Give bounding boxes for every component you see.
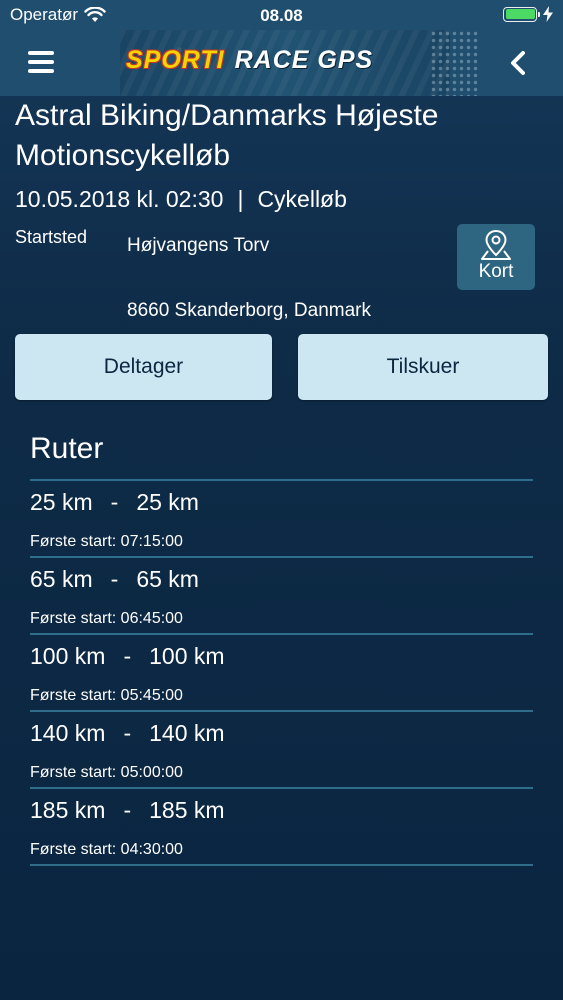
- brand-primary: SPORTI: [126, 46, 225, 74]
- map-button[interactable]: Kort: [457, 224, 535, 290]
- route-first-start: Første start: 05:00:00: [30, 764, 183, 781]
- brand-secondary: RACE GPS: [234, 46, 374, 74]
- event-type: Cykelløb: [257, 186, 347, 212]
- route-dash: -: [123, 720, 132, 746]
- participant-button[interactable]: Deltager: [15, 334, 272, 400]
- status-indicators: [503, 6, 553, 22]
- route-distance: 100 km -100 km: [30, 643, 225, 670]
- route-distance-to: 140 km: [149, 720, 225, 746]
- route-distance-to: 25 km: [136, 489, 199, 515]
- route-item[interactable]: 140 km -140 km Første start: 05:00:00: [30, 712, 533, 789]
- header-dot-pattern: [430, 30, 480, 96]
- status-time: 08.08: [260, 6, 303, 25]
- route-distance-to: 100 km: [149, 643, 225, 669]
- route-item[interactable]: 25 km -25 km Første start: 07:15:00: [30, 481, 533, 558]
- app-header: SPORTI RACE GPS: [0, 30, 563, 96]
- map-button-label: Kort: [478, 261, 514, 282]
- route-distance-from: 25 km: [30, 489, 93, 515]
- route-distance: 65 km -65 km: [30, 566, 199, 593]
- battery-icon: [503, 6, 540, 22]
- spectator-button[interactable]: Tilskuer: [298, 334, 548, 400]
- event-title: Astral Biking/Danmarks Højeste Motionscy…: [15, 99, 439, 172]
- app-screen: Operatør 08.08 SPORTI RACE GPS Astral Bi…: [0, 0, 563, 1000]
- route-first-start: Første start: 07:15:00: [30, 533, 183, 550]
- start-location-label: Startsted: [15, 227, 88, 247]
- route-first-start: Første start: 06:45:00: [30, 610, 183, 627]
- route-distance-to: 65 km: [136, 566, 199, 592]
- route-distance: 140 km -140 km: [30, 720, 225, 747]
- event-datetime: 10.05.2018 kl. 02:30: [15, 186, 224, 212]
- route-item[interactable]: 100 km -100 km Første start: 05:45:00: [30, 635, 533, 712]
- route-distance: 185 km -185 km: [30, 797, 225, 824]
- meta-separator: |: [237, 186, 244, 212]
- battery-level-fill: [505, 9, 535, 19]
- back-button[interactable]: [505, 48, 533, 78]
- hamburger-menu-icon[interactable]: [28, 51, 54, 73]
- route-dash: -: [110, 566, 119, 592]
- chevron-left-icon: [511, 51, 525, 75]
- route-distance-to: 185 km: [149, 797, 225, 823]
- route-distance-from: 185 km: [30, 797, 106, 823]
- address-line-2: 8660 Skanderborg, Danmark: [127, 300, 371, 321]
- route-item[interactable]: 65 km -65 km Første start: 06:45:00: [30, 558, 533, 635]
- charging-bolt-icon: [543, 6, 553, 22]
- route-first-start: Første start: 05:45:00: [30, 687, 183, 704]
- route-list: 25 km -25 km Første start: 07:15:00 65 km…: [30, 481, 533, 866]
- event-meta: 10.05.2018 kl. 02:30 | Cykelløb: [15, 183, 347, 215]
- route-dash: -: [110, 489, 119, 515]
- route-first-start: Første start: 04:30:00: [30, 841, 183, 858]
- route-distance-from: 65 km: [30, 566, 93, 592]
- status-bar: Operatør 08.08: [0, 0, 563, 30]
- route-distance-from: 100 km: [30, 643, 106, 669]
- route-dash: -: [123, 797, 132, 823]
- route-item[interactable]: 185 km -185 km Første start: 04:30:00: [30, 789, 533, 866]
- route-distance-from: 140 km: [30, 720, 106, 746]
- route-dash: -: [123, 643, 132, 669]
- route-distance: 25 km -25 km: [30, 489, 199, 516]
- address-line-1: Højvangens Torv: [127, 235, 270, 256]
- brand-logo: SPORTI RACE GPS: [126, 46, 373, 75]
- routes-title: Ruter: [30, 432, 104, 465]
- map-pin-icon: [481, 229, 511, 260]
